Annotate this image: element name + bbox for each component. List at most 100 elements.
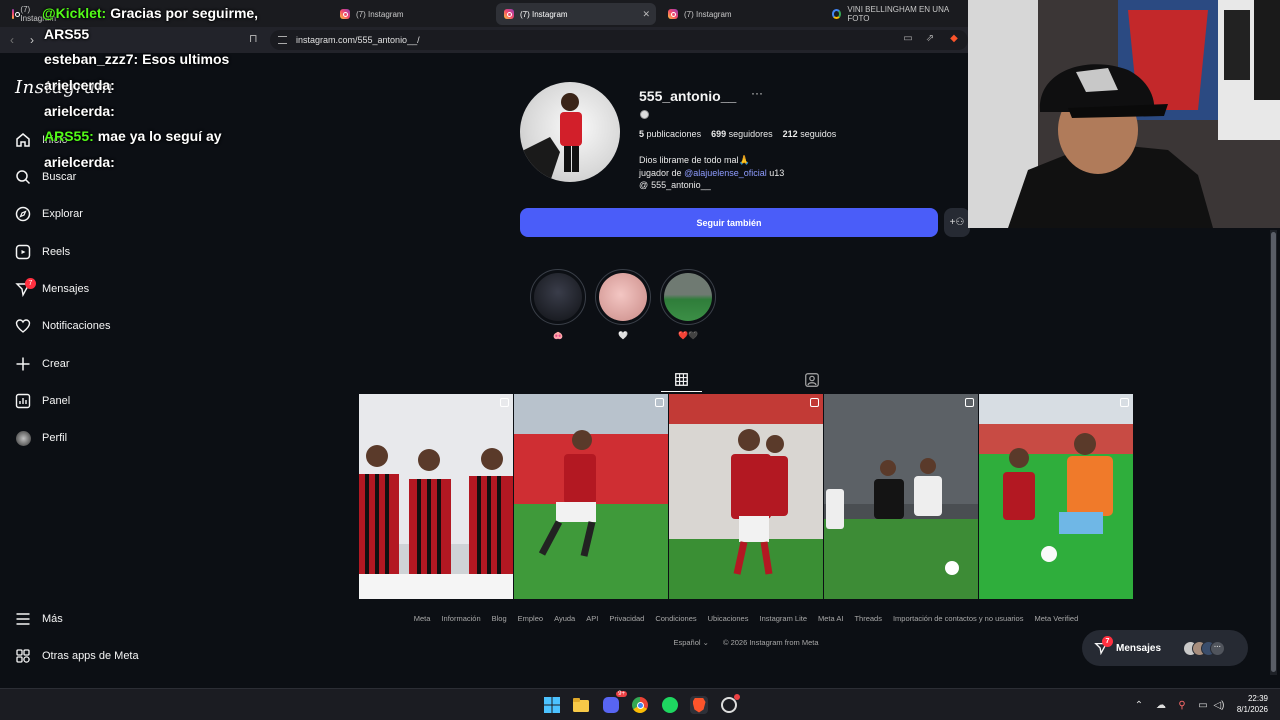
sidebar-item-perfil[interactable]: Perfil <box>14 425 67 451</box>
file-explorer-icon[interactable] <box>572 696 590 714</box>
screen: (7) Instagram (7) Instagram (7) Instagra… <box>0 0 1280 720</box>
messages-pill[interactable]: 7 Mensajes ··· <box>1082 630 1248 666</box>
footer-link[interactable]: Ubicaciones <box>708 614 749 623</box>
footer-link[interactable]: Información <box>441 614 480 623</box>
tab-instagram-2[interactable]: (7) Instagram <box>332 3 492 25</box>
grid-icon <box>675 373 688 386</box>
post-thumbnail[interactable] <box>824 394 978 599</box>
sidebar-item-explorar[interactable]: Explorar <box>14 201 83 227</box>
post-thumbnail[interactable] <box>979 394 1133 599</box>
following-stat[interactable]: 212 seguidos <box>783 129 837 139</box>
instagram-favicon-icon <box>504 9 514 19</box>
instagram-favicon-icon <box>12 9 22 19</box>
chrome-icon[interactable] <box>631 696 649 714</box>
tab-instagram-4[interactable]: (7) Instagram <box>660 3 820 25</box>
tab-instagram-active[interactable]: (7) Instagram ✕ <box>496 3 656 25</box>
site-settings-icon[interactable] <box>278 36 287 44</box>
options-icon[interactable]: ··· <box>751 86 763 100</box>
footer-link[interactable]: Importación de contactos y no usuarios <box>893 614 1024 623</box>
windows-start-icon[interactable] <box>543 696 561 714</box>
language-select[interactable]: Español ⌄ <box>673 638 709 647</box>
instagram-sidebar: Instagram Inicio Buscar Explorar Reels 7… <box>0 53 246 688</box>
chevron-up-icon[interactable]: ⌃ <box>1130 696 1148 714</box>
brave-icon[interactable] <box>690 696 708 714</box>
tab-posts[interactable] <box>661 368 702 392</box>
footer-links: Meta Información Blog Empleo Ayuda API P… <box>360 614 1132 623</box>
url-bar[interactable]: instagram.com/555_antonio__/ <box>270 30 968 50</box>
system-clock[interactable]: 22:39 8/1/2026 <box>1228 693 1268 715</box>
carousel-icon <box>500 398 509 407</box>
obs-icon[interactable] <box>720 694 740 714</box>
threads-badge-icon <box>640 110 649 119</box>
suggest-users-button[interactable]: +⚇ <box>944 208 970 237</box>
instagram-favicon-icon <box>340 9 350 19</box>
messenger-icon: 7 <box>14 278 36 298</box>
footer-link[interactable]: Meta <box>414 614 431 623</box>
tagged-user-icon <box>805 373 819 387</box>
posts-stat[interactable]: 5 publicaciones <box>639 129 701 139</box>
footer-link[interactable]: Threads <box>854 614 882 623</box>
sidebar-item-notificaciones[interactable]: Notificaciones <box>14 313 110 339</box>
share-icon[interactable]: ⇗ <box>924 33 936 45</box>
profile-avatar[interactable] <box>520 82 620 182</box>
copyright-text: © 2026 Instagram from Meta <box>722 638 819 647</box>
profile-username: 555_antonio__ <box>639 88 737 104</box>
more-avatars-icon: ··· <box>1210 640 1226 656</box>
chat-message: ARS55: mae ya lo seguí ay <box>44 128 222 144</box>
back-icon[interactable]: ‹ <box>10 33 14 47</box>
footer-link[interactable]: Ayuda <box>554 614 575 623</box>
forward-icon[interactable]: › <box>30 33 34 47</box>
tab-tagged[interactable] <box>800 368 824 392</box>
bio-mention-link[interactable]: @alajuelense_oficial <box>684 168 767 178</box>
footer-link[interactable]: Condiciones <box>655 614 696 623</box>
carousel-icon <box>810 398 819 407</box>
tab-google[interactable]: VINI BELLINGHAM EN UNA FOTO <box>824 3 968 25</box>
bookmark-icon[interactable]: ⊓ <box>249 32 258 45</box>
messages-pill-badge: 7 <box>1102 636 1113 647</box>
sidebar-item-otras-apps[interactable]: Otras apps de Meta <box>14 643 139 669</box>
sidebar-item-mensajes[interactable]: 7 Mensajes <box>14 276 89 302</box>
chat-message: arielcerda: <box>44 77 115 93</box>
post-thumbnail[interactable] <box>669 394 823 599</box>
highlight-3-label: ❤️🖤 <box>678 331 698 340</box>
chat-message: arielcerda: <box>44 154 115 170</box>
threads-link[interactable]: @555_antonio__ <box>639 179 784 192</box>
microphone-icon[interactable]: ⚲ <box>1173 696 1191 714</box>
footer-link[interactable]: Meta AI <box>818 614 843 623</box>
scrollbar[interactable] <box>1270 230 1277 675</box>
footer-link[interactable]: Instagram Lite <box>759 614 807 623</box>
chat-message: arielcerda: <box>44 103 115 119</box>
sidebar-item-mas[interactable]: Más <box>14 606 63 632</box>
followers-stat[interactable]: 699 seguidores <box>711 129 773 139</box>
brave-shield-icon[interactable]: ◆ <box>948 33 960 45</box>
close-tab-icon[interactable]: ✕ <box>642 9 650 20</box>
carousel-icon <box>655 398 664 407</box>
onedrive-icon[interactable]: ☁ <box>1152 696 1170 714</box>
highlight-2[interactable] <box>595 269 651 325</box>
highlight-1[interactable] <box>530 269 586 325</box>
footer-link[interactable]: Meta Verified <box>1034 614 1078 623</box>
discord-icon[interactable]: 9+ <box>602 691 627 714</box>
highlight-3[interactable] <box>660 269 716 325</box>
spotify-icon[interactable] <box>661 696 679 714</box>
windows-taskbar: 9+ ⌃ ☁ ⚲ ▭ ◁) 22:39 8/1/2026 <box>0 688 1280 720</box>
sidebar-item-crear[interactable]: Crear <box>14 351 70 377</box>
compass-icon <box>14 205 32 223</box>
footer-link[interactable]: Privacidad <box>609 614 644 623</box>
post-thumbnail[interactable] <box>359 394 513 599</box>
home-icon <box>14 131 32 149</box>
volume-icon[interactable]: ◁) <box>1210 696 1228 714</box>
footer-link[interactable]: Blog <box>492 614 507 623</box>
cast-icon[interactable]: ▭ <box>902 33 914 45</box>
footer-link[interactable]: API <box>586 614 598 623</box>
plus-icon <box>14 355 32 373</box>
post-thumbnail[interactable] <box>514 394 668 599</box>
scrollbar-thumb[interactable] <box>1271 232 1276 672</box>
sidebar-item-reels[interactable]: Reels <box>14 239 70 265</box>
follow-back-button[interactable]: Seguir también <box>520 208 938 237</box>
carousel-icon <box>965 398 974 407</box>
profile-bio: Dios librame de todo mal🙏 jugador de @al… <box>639 154 784 192</box>
sidebar-item-panel[interactable]: Panel <box>14 388 70 414</box>
google-favicon-icon <box>832 9 842 19</box>
footer-link[interactable]: Empleo <box>518 614 543 623</box>
